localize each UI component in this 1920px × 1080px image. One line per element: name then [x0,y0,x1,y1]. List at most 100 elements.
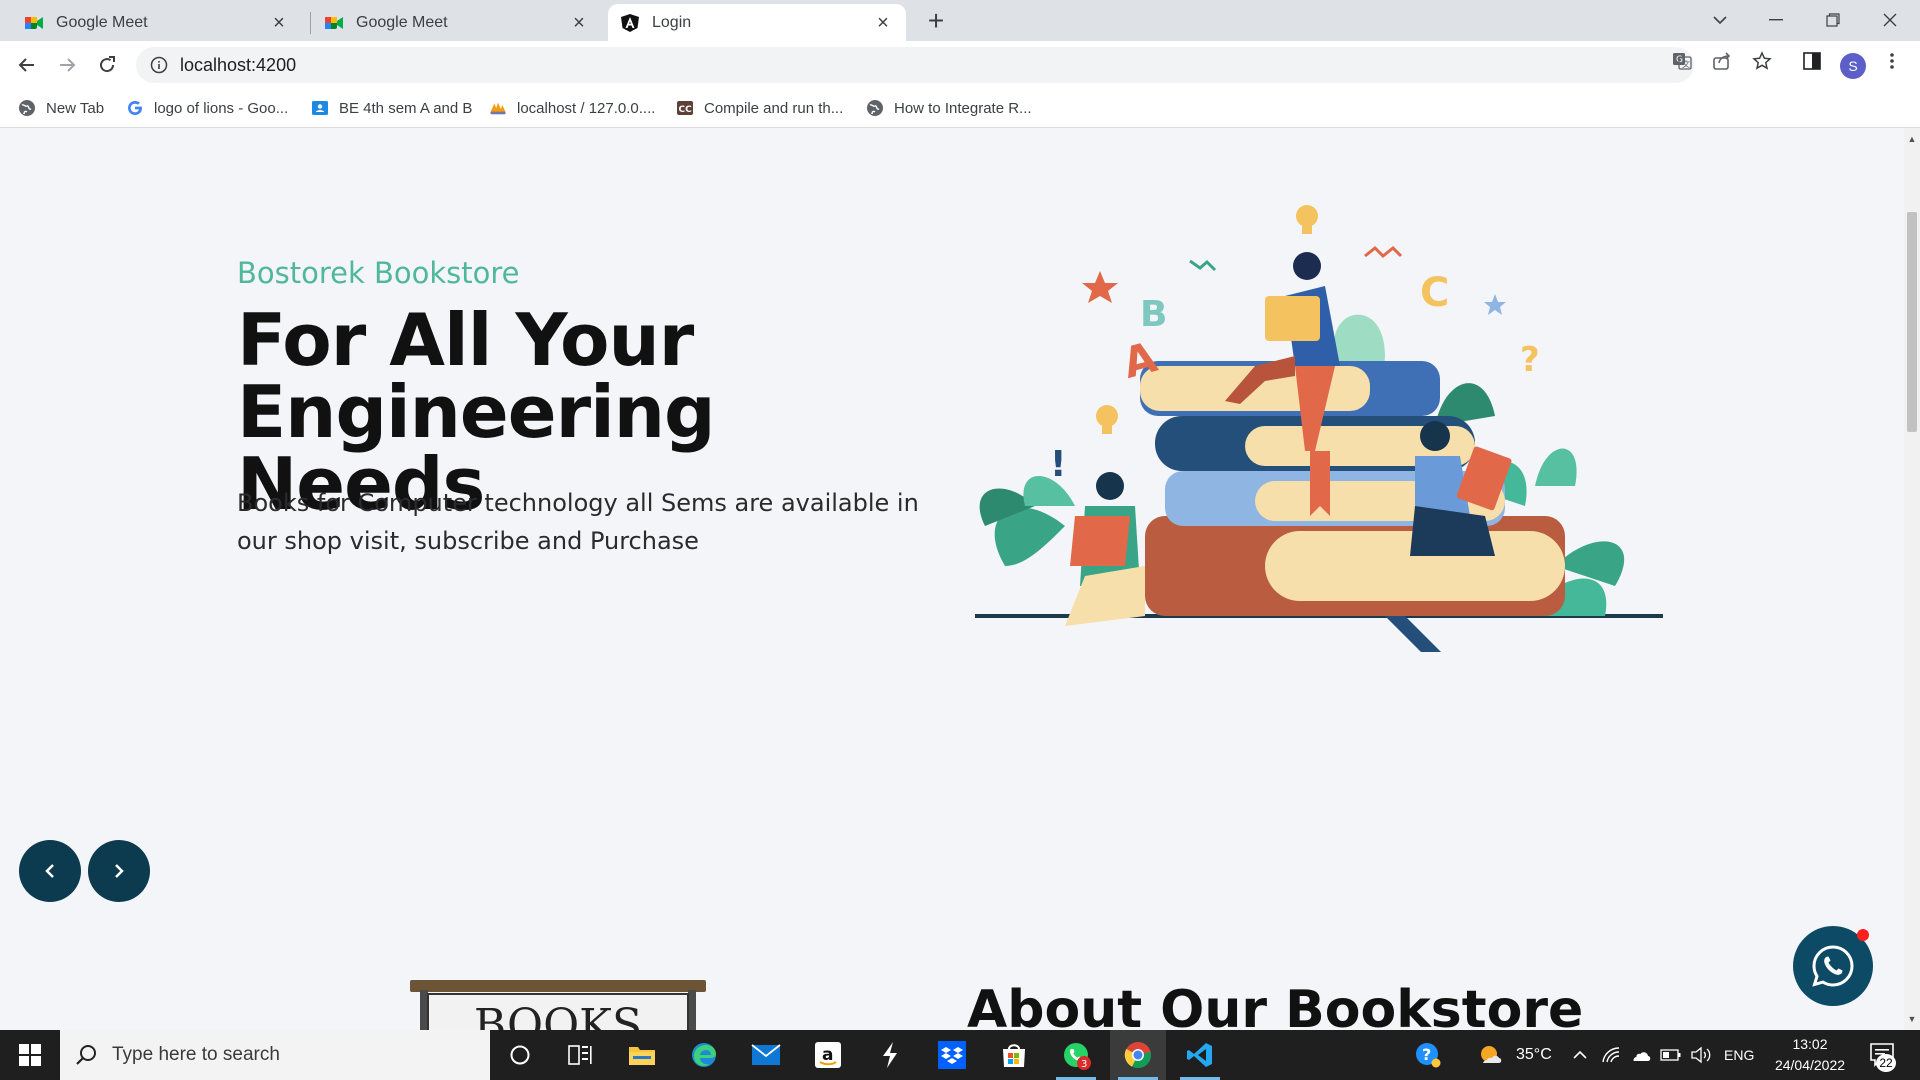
amazon-icon: a [815,1042,841,1068]
about-heading: About Our Bookstore [967,980,1584,1030]
google-meet-icon [325,16,343,29]
bookmark-compile-run[interactable]: CC Compile and run th... [676,95,843,121]
bookmark-label: How to Integrate R... [894,99,1032,117]
svg-text:C: C [1420,270,1449,316]
hero-description: Books for Computer technology all Sems a… [237,489,919,555]
taskbar-search-box[interactable]: Type here to search [60,1030,490,1080]
scroll-up-arrow-icon[interactable]: ▲ [1907,134,1917,144]
reload-button[interactable] [91,49,123,81]
amazon-button[interactable]: a [800,1030,856,1080]
tab-login[interactable]: Login × [608,4,906,41]
wifi-icon [1602,1047,1620,1063]
microsoft-store-button[interactable] [986,1030,1042,1080]
tab-title: Google Meet [356,13,448,31]
close-icon[interactable]: × [568,12,590,34]
cortana-button[interactable] [492,1030,548,1080]
help-tray-button[interactable]: ? [1414,1030,1442,1080]
dropbox-button[interactable] [924,1030,980,1080]
edge-button[interactable] [676,1030,732,1080]
network-tray-button[interactable] [1602,1030,1620,1080]
close-window-button[interactable] [1870,4,1910,36]
file-explorer-button[interactable] [614,1030,670,1080]
tab-search-icon[interactable] [1700,4,1740,36]
scroll-down-arrow-icon[interactable]: ▼ [1907,1014,1917,1024]
weather-temperature: 35°C [1516,1046,1552,1063]
bookmark-label: Compile and run th... [704,99,844,117]
whatsapp-icon [1812,945,1854,987]
svg-text:CC: CC [679,105,693,115]
minimize-button[interactable] [1756,4,1796,36]
side-panel-icon[interactable] [1800,49,1824,73]
taskbar-clock[interactable]: 13:02 24/04/2022 [1760,1034,1860,1076]
task-view-button[interactable] [552,1030,608,1080]
whatsapp-taskbar-button[interactable]: 3 [1048,1030,1104,1080]
language-indicator: ENG [1724,1047,1755,1063]
bookmark-localhost-phpmyadmin[interactable]: localhost / 127.0.0.... [489,95,655,121]
onedrive-tray-button[interactable] [1630,1030,1652,1080]
svg-text:A: A [1118,332,1163,388]
profile-avatar[interactable]: S [1840,53,1866,79]
globe-icon [18,99,36,117]
input-language-button[interactable]: ENG [1724,1030,1754,1080]
svg-text:?: ? [1520,340,1540,380]
bookmark-label: BE 4th sem A and B [339,99,473,117]
globe-icon [866,99,884,117]
bookmark-logo-of-lions[interactable]: logo of lions - Goo... [126,95,288,121]
cloud-icon [1633,1052,1651,1061]
browser-toolbar: localhost:4200 G文 S [0,41,1920,89]
volume-tray-button[interactable] [1690,1030,1712,1080]
volume-icon [1691,1046,1711,1064]
translate-icon[interactable]: G文 [1670,49,1694,73]
windows-logo-icon [19,1044,41,1066]
close-icon[interactable]: × [872,12,894,34]
slider-next-button[interactable] [88,840,150,902]
slider-prev-button[interactable] [19,840,81,902]
info-icon[interactable] [150,56,168,74]
reading-people-illustration: A B C ? ! [975,205,1663,652]
show-hidden-icons-button[interactable] [1572,1030,1588,1080]
bookmark-new-tab[interactable]: New Tab [18,95,104,121]
clock-date: 24/04/2022 [1774,1057,1846,1073]
whatsapp-badge-count: 3 [1081,1059,1087,1070]
bookmark-label: logo of lions - Goo... [154,99,289,117]
url-text[interactable]: localhost:4200 [180,55,296,76]
bookmark-star-icon[interactable] [1750,49,1774,73]
page-scrollbar[interactable]: ▲ ▼ [1904,128,1920,1030]
bookmark-label: localhost / 127.0.0.... [517,99,656,117]
close-icon[interactable]: × [268,12,290,34]
new-tab-button[interactable]: + [922,7,950,36]
bookmark-be-4th-sem[interactable]: BE 4th sem A and B [311,95,472,121]
scroll-thumb[interactable] [1907,212,1917,432]
back-button[interactable] [11,49,43,81]
weather-sun-cloud-icon [1481,1046,1502,1063]
bookmark-how-to-integrate[interactable]: How to Integrate R... [866,95,1032,121]
restore-button[interactable] [1813,4,1853,36]
books-sign-image: BOOKS [410,980,706,1030]
kebab-menu-icon[interactable] [1880,49,1904,73]
tab-google-meet-2[interactable]: Google Meet × [312,4,602,41]
windows-start-button[interactable] [0,1030,60,1080]
notification-dot [1857,929,1869,941]
chrome-button[interactable] [1110,1030,1166,1080]
bookmark-label: New Tab [46,99,105,117]
address-bar[interactable]: localhost:4200 [136,47,1694,83]
chevron-up-icon [1573,1050,1587,1059]
svg-text:a: a [822,1045,833,1065]
books-sign-text: BOOKS [474,1000,642,1030]
battery-tray-button[interactable] [1660,1030,1682,1080]
tab-title: Google Meet [56,13,148,31]
svg-text:!: ! [1050,444,1066,485]
vscode-button[interactable] [1172,1030,1228,1080]
weather-widget[interactable]: 35°C [1478,1030,1552,1080]
share-icon[interactable] [1710,49,1734,73]
mail-button[interactable] [738,1030,794,1080]
classroom-icon [311,99,329,117]
page-viewport: Bostorek Bookstore For All Your Engineer… [0,128,1904,1030]
svg-text:?: ? [1422,1045,1431,1064]
tab-google-meet-1[interactable]: Google Meet × [12,4,302,41]
tab-separator [310,12,311,34]
help-icon: ? [1416,1043,1441,1068]
app-lightning-button[interactable] [862,1030,918,1080]
google-icon [126,99,144,117]
forward-button[interactable] [51,49,83,81]
